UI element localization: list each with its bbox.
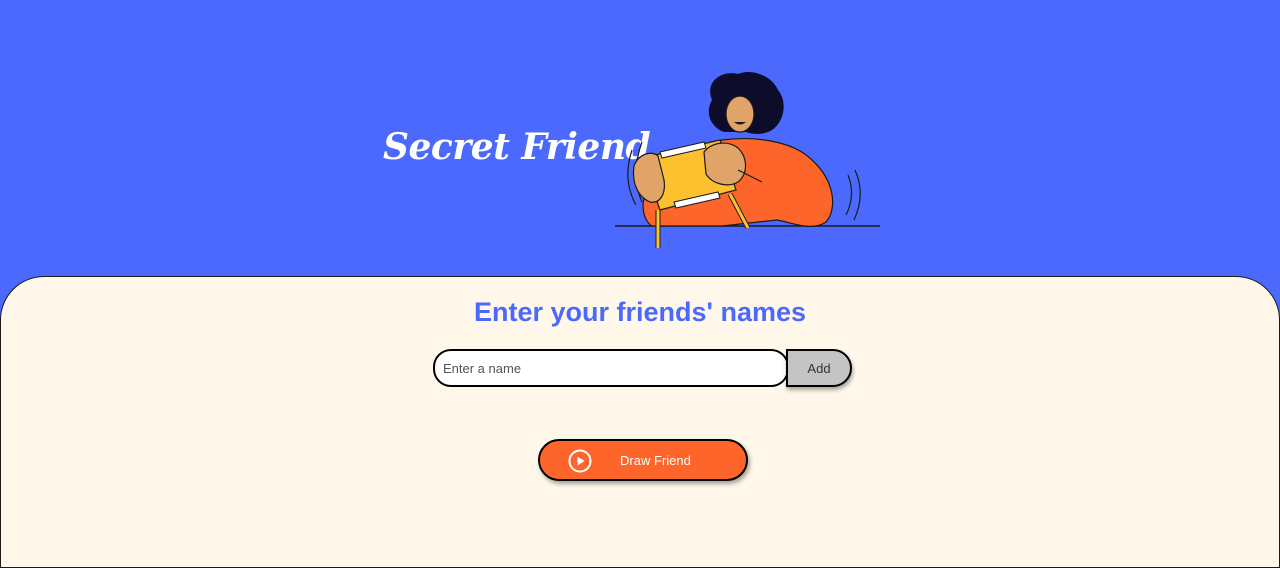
person-holding-gift-illustration — [615, 71, 880, 248]
play-circle-icon — [568, 449, 592, 473]
draw-friend-label: Draw Friend — [620, 453, 691, 468]
add-button[interactable]: Add — [786, 349, 852, 387]
section-heading: Enter your friends' names — [473, 297, 806, 327]
name-input[interactable] — [433, 349, 789, 387]
draw-friend-button[interactable]: Draw Friend — [538, 439, 748, 481]
page-title: Secret Friend — [383, 126, 651, 168]
header-banner: Secret Friend — [0, 0, 1280, 276]
main-panel: Enter your friends' names Add Draw Frien… — [0, 276, 1280, 568]
